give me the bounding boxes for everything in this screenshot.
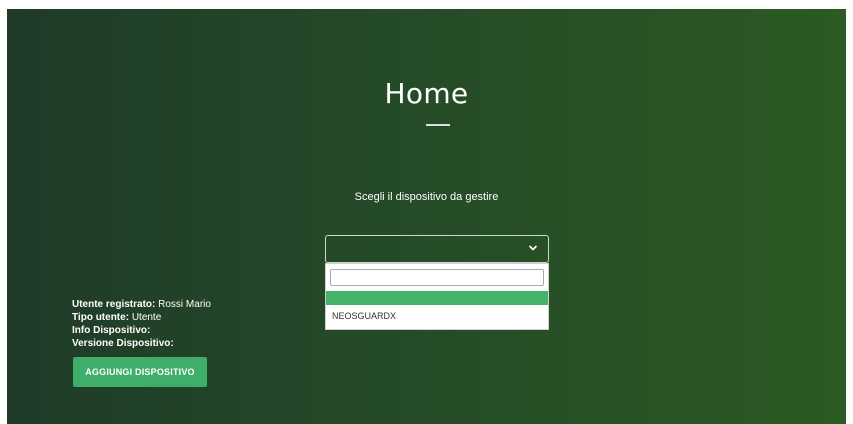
device-option-empty[interactable] bbox=[326, 291, 548, 305]
title-divider bbox=[426, 124, 450, 126]
device-version-row: Versione Dispositivo: bbox=[72, 337, 211, 350]
chevron-down-icon bbox=[529, 245, 537, 251]
add-device-button[interactable]: AGGIUNGI DISPOSITIVO bbox=[73, 357, 207, 387]
user-type-label: Tipo utente: bbox=[72, 312, 130, 323]
main-panel: Home Scegli il dispositivo da gestire NE… bbox=[7, 9, 846, 424]
registered-user-label: Utente registrato: bbox=[72, 299, 156, 310]
page-title: Home bbox=[384, 77, 469, 110]
device-select-prompt: Scegli il dispositivo da gestire bbox=[354, 191, 499, 203]
device-select[interactable] bbox=[325, 235, 549, 263]
registered-user-row: Utente registrato: Rossi Mario bbox=[72, 298, 211, 311]
user-type-row: Tipo utente: Utente bbox=[72, 311, 211, 324]
device-search-input[interactable] bbox=[330, 269, 544, 286]
device-version-label: Versione Dispositivo: bbox=[72, 338, 174, 349]
registered-user-value: Rossi Mario bbox=[158, 299, 211, 310]
device-info-label: Info Dispositivo: bbox=[72, 325, 151, 336]
device-option-neosguardx[interactable]: NEOSGUARDX bbox=[332, 311, 396, 321]
device-dropdown: NEOSGUARDX bbox=[325, 263, 549, 330]
user-info-block: Utente registrato: Rossi Mario Tipo uten… bbox=[72, 298, 211, 350]
device-info-row: Info Dispositivo: bbox=[72, 324, 211, 337]
user-type-value: Utente bbox=[131, 312, 162, 323]
